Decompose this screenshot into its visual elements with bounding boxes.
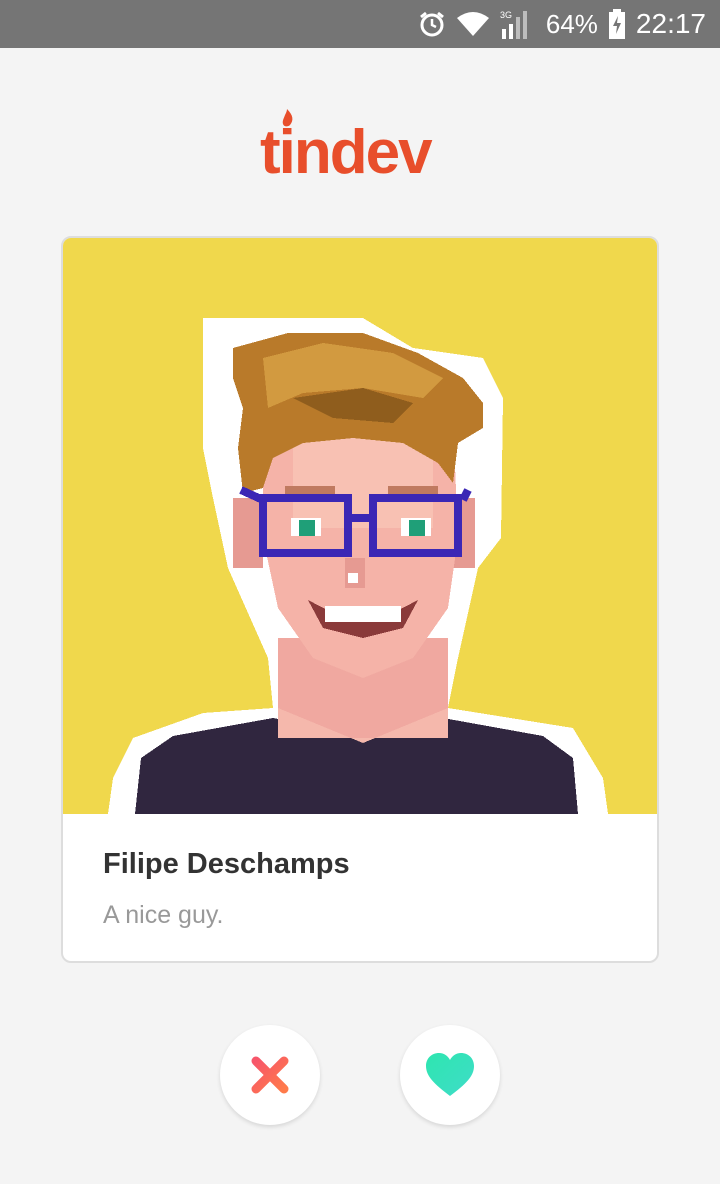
clock: 22:17 [635,8,706,39]
profile-name: Filipe Deschamps [103,848,350,880]
network-label: 3G [500,10,512,20]
profile-info: Filipe Deschamps A nice guy. [103,848,350,930]
app-logo: tindev [0,105,720,185]
status-bar: 3G 64% 22:17 [0,0,720,48]
profile-photo [63,238,657,814]
alarm-icon [418,10,446,38]
profile-card[interactable]: Filipe Deschamps A nice guy. [61,236,659,963]
like-button[interactable] [400,1025,500,1125]
heart-icon [426,1053,474,1096]
battery-percent: 64% [545,8,598,39]
battery-charging-icon [608,9,626,39]
signal-icon: 3G [500,9,532,39]
close-icon [251,1056,289,1094]
wifi-icon [456,11,490,37]
dislike-button[interactable] [220,1025,320,1125]
profile-bio: A nice guy. [103,901,224,929]
logo-text: tindev [260,118,433,185]
